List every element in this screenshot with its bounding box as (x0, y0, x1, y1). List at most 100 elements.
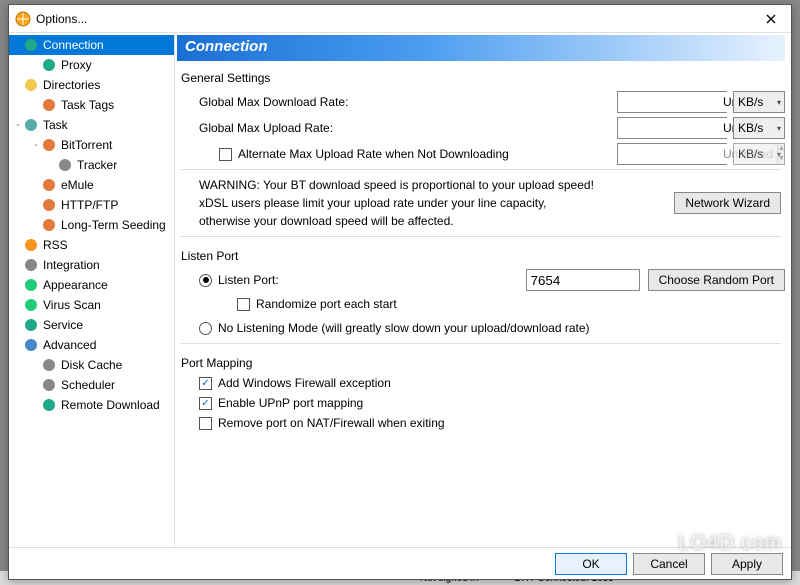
listen-port-section: Listen Port Listen Port: Choose Random P… (177, 247, 785, 341)
sidebar-item-disk-cache[interactable]: Disk Cache (9, 355, 174, 375)
sidebar-item-http-ftp[interactable]: HTTP/FTP (9, 195, 174, 215)
rss-icon (23, 237, 39, 253)
randomize-checkbox[interactable] (237, 298, 250, 311)
sidebar-item-tracker[interactable]: Tracker (9, 155, 174, 175)
disk-icon (41, 357, 57, 373)
dlrate-label: Global Max Download Rate: (199, 95, 389, 109)
options-tree[interactable]: Connection Proxy Directories Task Tags -Ta… (9, 33, 175, 547)
listen-port-input[interactable] (526, 269, 640, 291)
listen-port-title: Listen Port (181, 249, 781, 263)
content-panel: Connection General Settings Global Max D… (175, 33, 791, 547)
sidebar-item-scheduler[interactable]: Scheduler (9, 375, 174, 395)
sidebar-item-label: Task Tags (61, 98, 114, 112)
globe-small-icon (41, 57, 57, 73)
sched-icon (41, 377, 57, 393)
sidebar-item-label: Disk Cache (61, 358, 122, 372)
options-window: Options... Connection Proxy Directories T… (8, 4, 792, 580)
sidebar-item-label: Task (43, 118, 68, 132)
ulrate-unit: KB/s (738, 121, 763, 135)
sidebar-item-virus-scan[interactable]: Virus Scan (9, 295, 174, 315)
no-listen-row: No Listening Mode (will greatly slow dow… (199, 321, 785, 335)
sidebar-item-task-tags[interactable]: Task Tags (9, 95, 174, 115)
random-port-button[interactable]: Choose Random Port (648, 269, 785, 291)
sidebar-item-label: Advanced (43, 338, 96, 352)
upnp-label: Enable UPnP port mapping (218, 396, 363, 410)
randomize-label: Randomize port each start (256, 297, 397, 311)
sidebar-item-task[interactable]: -Task (9, 115, 174, 135)
firewall-row: Add Windows Firewall exception (199, 376, 785, 390)
warning-row: WARNING: Your BT download speed is propo… (199, 176, 781, 230)
alt-ul-unit-select: KB/s▾ (733, 143, 785, 165)
emule-icon (41, 177, 57, 193)
listen-port-label: Listen Port: (218, 273, 279, 287)
sidebar-item-label: Appearance (43, 278, 108, 292)
chevron-down-icon: ▾ (777, 150, 781, 159)
remove-checkbox[interactable] (199, 417, 212, 430)
window-title: Options... (36, 12, 757, 26)
dialog-footer: OK Cancel Apply (9, 547, 791, 579)
cancel-button[interactable]: Cancel (633, 553, 705, 575)
sidebar-item-appearance[interactable]: Appearance (9, 275, 174, 295)
sidebar-item-proxy[interactable]: Proxy (9, 55, 174, 75)
http-icon (41, 197, 57, 213)
folder-icon (23, 77, 39, 93)
sidebar-item-label: HTTP/FTP (61, 198, 118, 212)
upnp-row: Enable UPnP port mapping (199, 396, 785, 410)
port-mapping-section: Port Mapping Add Windows Firewall except… (177, 354, 785, 436)
firewall-label: Add Windows Firewall exception (218, 376, 391, 390)
sidebar-item-label: Directories (43, 78, 100, 92)
listen-port-radio[interactable] (199, 274, 212, 287)
randomize-row: Randomize port each start (237, 297, 785, 311)
ulrate-input[interactable]: ▲▼ (617, 117, 727, 139)
panel-title: Connection (177, 35, 785, 61)
sidebar-item-integration[interactable]: Integration (9, 255, 174, 275)
network-wizard-button[interactable]: Network Wizard (674, 192, 781, 214)
alt-ul-row: Alternate Max Upload Rate when Not Downl… (219, 143, 785, 165)
sidebar-item-label: Remote Download (61, 398, 160, 412)
general-settings-title: General Settings (181, 71, 781, 85)
sidebar-item-label: eMule (61, 178, 94, 192)
sidebar-item-bittorrent[interactable]: -BitTorrent (9, 135, 174, 155)
general-settings-section: General Settings Global Max Download Rat… (177, 69, 785, 234)
advanced-icon (23, 337, 39, 353)
dlrate-input[interactable]: ▲▼ (617, 91, 727, 113)
sidebar-item-label: Proxy (61, 58, 92, 72)
dlrate-unit-select[interactable]: KB/s ▾ (733, 91, 785, 113)
sidebar-item-long-term-seeding[interactable]: Long-Term Seeding (9, 215, 174, 235)
firewall-checkbox[interactable] (199, 377, 212, 390)
sidebar-item-label: Integration (43, 258, 100, 272)
sidebar-item-advanced[interactable]: Advanced (9, 335, 174, 355)
ulrate-label: Global Max Upload Rate: (199, 121, 389, 135)
alt-ul-checkbox[interactable] (219, 148, 232, 161)
remote-icon (41, 397, 57, 413)
sidebar-item-rss[interactable]: RSS (9, 235, 174, 255)
sidebar-item-label: Long-Term Seeding (61, 218, 166, 232)
no-listen-radio[interactable] (199, 322, 212, 335)
appearance-icon (23, 277, 39, 293)
sidebar-item-remote-download[interactable]: Remote Download (9, 395, 174, 415)
ulrate-unit-select[interactable]: KB/s▾ (733, 117, 785, 139)
sidebar-item-directories[interactable]: Directories (9, 75, 174, 95)
sidebar-item-label: BitTorrent (61, 138, 112, 152)
sidebar-item-label: Virus Scan (43, 298, 101, 312)
dlrate-row: Global Max Download Rate: ▲▼ KB/s ▾ (199, 91, 785, 113)
chevron-down-icon: ▾ (777, 98, 781, 107)
service-icon (23, 317, 39, 333)
globe-icon (23, 37, 39, 53)
sidebar-item-connection[interactable]: Connection (9, 35, 174, 55)
close-button[interactable] (757, 8, 785, 30)
bt-icon (41, 137, 57, 153)
tag-icon (41, 97, 57, 113)
task-icon (23, 117, 39, 133)
sidebar-item-label: Connection (43, 38, 104, 52)
upnp-checkbox[interactable] (199, 397, 212, 410)
sidebar-item-service[interactable]: Service (9, 315, 174, 335)
dlrate-unit: KB/s (738, 95, 763, 109)
sidebar-item-emule[interactable]: eMule (9, 175, 174, 195)
ok-button[interactable]: OK (555, 553, 627, 575)
no-listen-label: No Listening Mode (will greatly slow dow… (218, 321, 590, 335)
seed-icon (41, 217, 57, 233)
virus-icon (23, 297, 39, 313)
apply-button[interactable]: Apply (711, 553, 783, 575)
close-icon (766, 14, 776, 24)
